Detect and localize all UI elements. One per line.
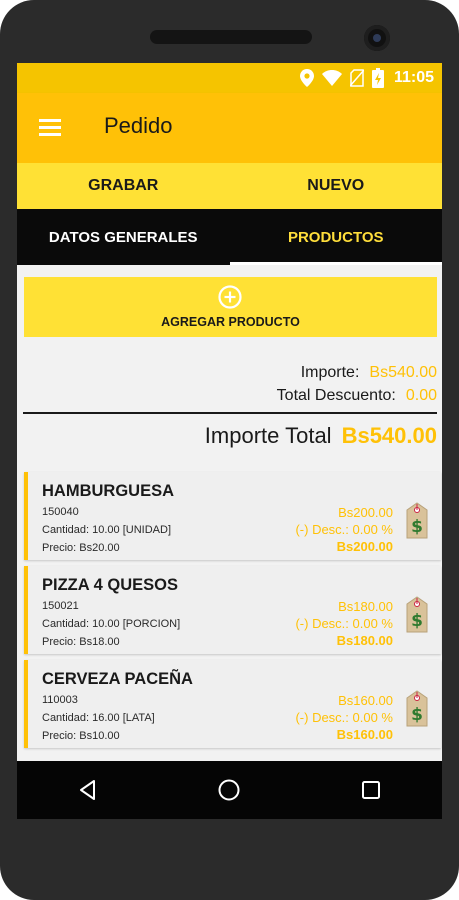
app-screen: 11:05 Pedido GRABAR NUEVO DATOS GENERALE… xyxy=(17,63,442,819)
product-discount: (-) Desc.: 0.00 % xyxy=(295,522,393,537)
subtotal-label: Importe: xyxy=(300,364,360,381)
product-total: Bs160.00 xyxy=(336,727,393,742)
product-amount: Bs180.00 xyxy=(338,599,393,614)
home-button[interactable] xyxy=(209,770,249,810)
total-label: Importe Total xyxy=(204,423,332,448)
product-item[interactable]: CERVEZA PACEÑA 110003 Cantidad: 16.00 [L… xyxy=(24,660,441,748)
product-quantity: Cantidad: 10.00 [PORCION] xyxy=(42,618,181,630)
location-icon xyxy=(299,69,314,87)
summary-divider xyxy=(23,412,437,414)
app-bar: Pedido xyxy=(17,93,442,163)
tab-bar: DATOS GENERALES PRODUCTOS xyxy=(17,209,442,265)
product-item[interactable]: HAMBURGUESA 150040 Cantidad: 10.00 [UNID… xyxy=(24,472,441,560)
back-icon xyxy=(79,780,95,800)
price-tag-icon[interactable]: $ xyxy=(405,596,429,634)
tab-products[interactable]: PRODUCTOS xyxy=(229,209,443,265)
recents-icon xyxy=(362,781,381,799)
recents-button[interactable] xyxy=(351,770,391,810)
add-circle-icon xyxy=(218,285,242,309)
product-name: PIZZA 4 QUESOS xyxy=(42,576,178,594)
status-icons: 11:05 xyxy=(299,63,434,93)
earpiece-speaker xyxy=(150,30,312,44)
subtotal-row: Importe: Bs540.00 xyxy=(301,364,437,382)
phone-frame: 11:05 Pedido GRABAR NUEVO DATOS GENERALE… xyxy=(0,0,459,900)
discount-value: 0.00 xyxy=(405,387,437,404)
discount-row: Total Descuento: 0.00 xyxy=(277,387,437,405)
product-total: Bs180.00 xyxy=(336,633,393,648)
subtotal-value: Bs540.00 xyxy=(369,364,437,381)
product-amount: Bs200.00 xyxy=(338,505,393,520)
back-button[interactable] xyxy=(68,770,108,810)
action-bar: GRABAR NUEVO xyxy=(17,163,442,209)
product-discount: (-) Desc.: 0.00 % xyxy=(295,710,393,725)
status-clock: 11:05 xyxy=(393,69,434,86)
menu-icon[interactable] xyxy=(39,116,63,140)
tab-general-data[interactable]: DATOS GENERALES xyxy=(17,209,230,265)
no-sim-icon xyxy=(349,69,364,87)
wifi-icon xyxy=(321,70,342,86)
add-product-label: AGREGAR PRODUCTO xyxy=(161,315,300,329)
add-product-button[interactable]: AGREGAR PRODUCTO xyxy=(24,277,437,337)
status-bar: 11:05 xyxy=(17,63,442,93)
svg-text:$: $ xyxy=(411,611,423,631)
product-quantity: Cantidad: 10.00 [UNIDAD] xyxy=(42,524,172,536)
product-discount: (-) Desc.: 0.00 % xyxy=(295,616,393,631)
product-amounts: Bs180.00 (-) Desc.: 0.00 % Bs180.00 xyxy=(295,598,393,649)
product-item[interactable]: PIZZA 4 QUESOS 150021 Cantidad: 10.00 [P… xyxy=(24,566,441,654)
page-title: Pedido xyxy=(104,113,173,138)
svg-text:$: $ xyxy=(411,517,423,537)
save-button[interactable]: GRABAR xyxy=(17,163,230,209)
front-camera xyxy=(364,25,390,51)
product-code: 110003 xyxy=(42,694,78,706)
product-amounts: Bs160.00 (-) Desc.: 0.00 % Bs160.00 xyxy=(295,692,393,743)
product-code: 150040 xyxy=(42,506,79,518)
price-tag-icon[interactable]: $ xyxy=(405,502,429,540)
product-amounts: Bs200.00 (-) Desc.: 0.00 % Bs200.00 xyxy=(295,504,393,555)
battery-icon xyxy=(371,68,384,88)
product-name: CERVEZA PACEÑA xyxy=(42,670,193,688)
new-button[interactable]: NUEVO xyxy=(230,163,443,209)
svg-text:$: $ xyxy=(411,705,423,725)
system-nav-bar xyxy=(17,761,442,819)
total-row: Importe Total Bs540.00 xyxy=(205,423,437,449)
product-name: HAMBURGUESA xyxy=(42,482,174,500)
product-total: Bs200.00 xyxy=(336,539,393,554)
discount-label: Total Descuento: xyxy=(276,387,396,404)
product-price: Precio: Bs10.00 xyxy=(42,730,120,742)
product-price: Precio: Bs18.00 xyxy=(42,636,120,648)
price-tag-icon[interactable]: $ xyxy=(405,690,429,728)
home-icon xyxy=(218,779,240,801)
product-code: 150021 xyxy=(42,600,79,612)
product-price: Precio: Bs20.00 xyxy=(42,542,120,554)
product-amount: Bs160.00 xyxy=(338,693,393,708)
product-quantity: Cantidad: 16.00 [LATA] xyxy=(42,712,155,724)
total-value: Bs540.00 xyxy=(341,423,437,448)
